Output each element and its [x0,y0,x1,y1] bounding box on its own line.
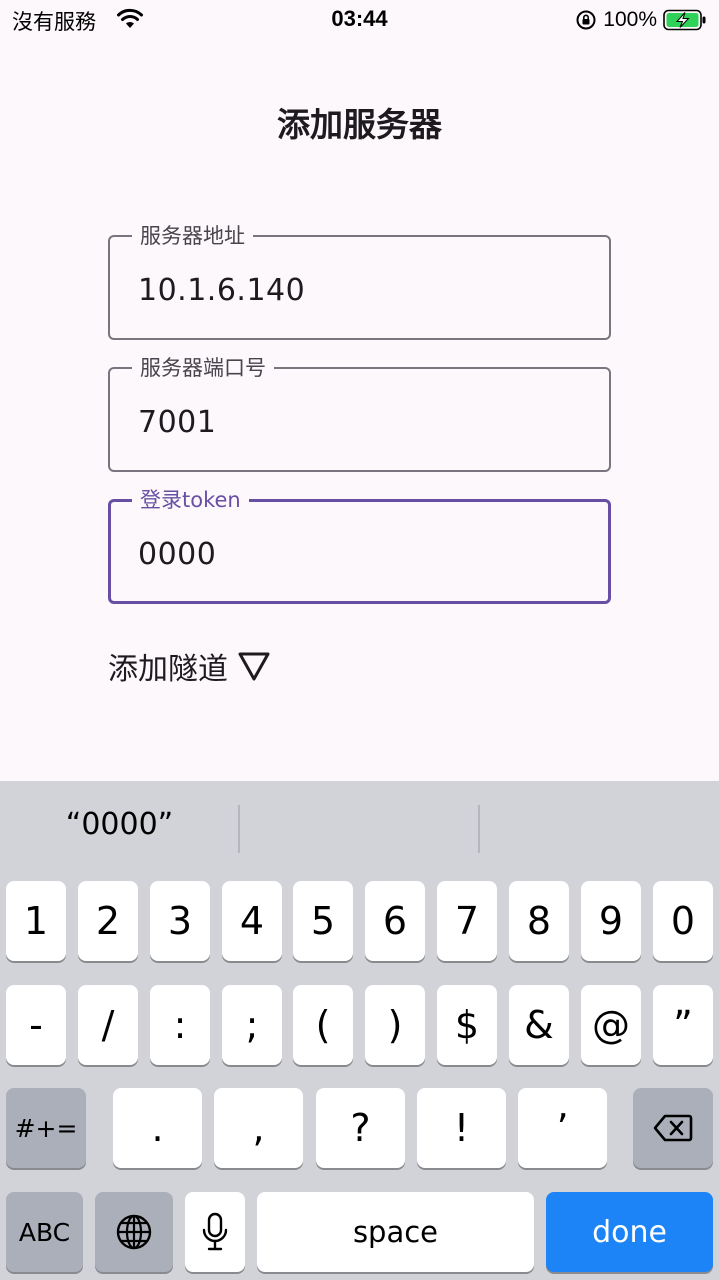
microphone-icon [202,1212,228,1251]
add-tunnel-label: 添加隧道 [108,652,228,687]
status-right: 100% [575,6,707,34]
key-symbols-mode[interactable]: #+= [6,1088,86,1168]
server-port-field[interactable]: 服务器端口号 7001 [108,352,611,472]
server-port-label: 服务器端口号 [132,352,274,382]
dictation-key[interactable] [185,1192,245,1272]
server-address-label: 服务器地址 [132,220,253,250]
login-token-value[interactable]: 0000 [138,537,216,572]
key-4[interactable]: 4 [222,881,282,961]
key-dollar[interactable]: $ [437,985,497,1065]
backspace-icon [653,1114,693,1142]
triangle-down-outline-icon[interactable] [236,648,272,684]
space-key[interactable]: space [257,1192,534,1272]
globe-icon [116,1214,152,1250]
suggestion-bar: “0000” [0,781,719,877]
server-address-value[interactable]: 10.1.6.140 [138,273,305,308]
key-0[interactable]: 0 [653,881,713,961]
key-open-paren[interactable]: ( [293,985,353,1065]
key-hyphen[interactable]: - [6,985,66,1065]
key-exclamation[interactable]: ! [417,1088,506,1168]
key-colon[interactable]: : [150,985,210,1065]
server-port-value[interactable]: 7001 [138,405,216,440]
key-3[interactable]: 3 [150,881,210,961]
key-6[interactable]: 6 [365,881,425,961]
key-at[interactable]: @ [581,985,641,1065]
key-question[interactable]: ? [316,1088,405,1168]
key-abc[interactable]: ABC [6,1192,83,1272]
key-9[interactable]: 9 [581,881,641,961]
key-period[interactable]: . [113,1088,202,1168]
key-7[interactable]: 7 [437,881,497,961]
login-token-field[interactable]: 登录token 0000 [108,484,611,604]
login-token-label: 登录token [132,484,249,514]
orientation-lock-icon [576,10,596,30]
key-5[interactable]: 5 [293,881,353,961]
key-quote[interactable]: ” [653,985,713,1065]
page-title: 添加服务器 [277,105,442,144]
server-address-field[interactable]: 服务器地址 10.1.6.140 [108,220,611,340]
key-2[interactable]: 2 [78,881,138,961]
key-comma[interactable]: , [214,1088,303,1168]
key-1[interactable]: 1 [6,881,66,961]
battery-charging-icon [663,9,706,31]
key-ampersand[interactable]: & [509,985,569,1065]
done-key[interactable]: done [546,1192,713,1272]
globe-key[interactable] [95,1192,173,1272]
add-tunnel-toggle[interactable]: 添加隧道 [108,644,272,688]
keyboard: “0000” 1 2 3 4 5 6 7 8 9 0 - / : ; ( ) $… [0,781,719,1280]
key-semicolon[interactable]: ; [222,985,282,1065]
key-slash[interactable]: / [78,985,138,1065]
key-close-paren[interactable]: ) [365,985,425,1065]
suggestion-1[interactable]: “0000” [0,807,239,842]
suggestion-divider [478,805,480,853]
delete-key[interactable] [633,1088,713,1168]
battery-percent: 100% [603,8,657,31]
status-bar: 沒有服務 03:44 100% [0,0,719,40]
suggestion-divider [238,805,240,853]
key-8[interactable]: 8 [509,881,569,961]
key-apostrophe[interactable]: ’ [518,1088,607,1168]
